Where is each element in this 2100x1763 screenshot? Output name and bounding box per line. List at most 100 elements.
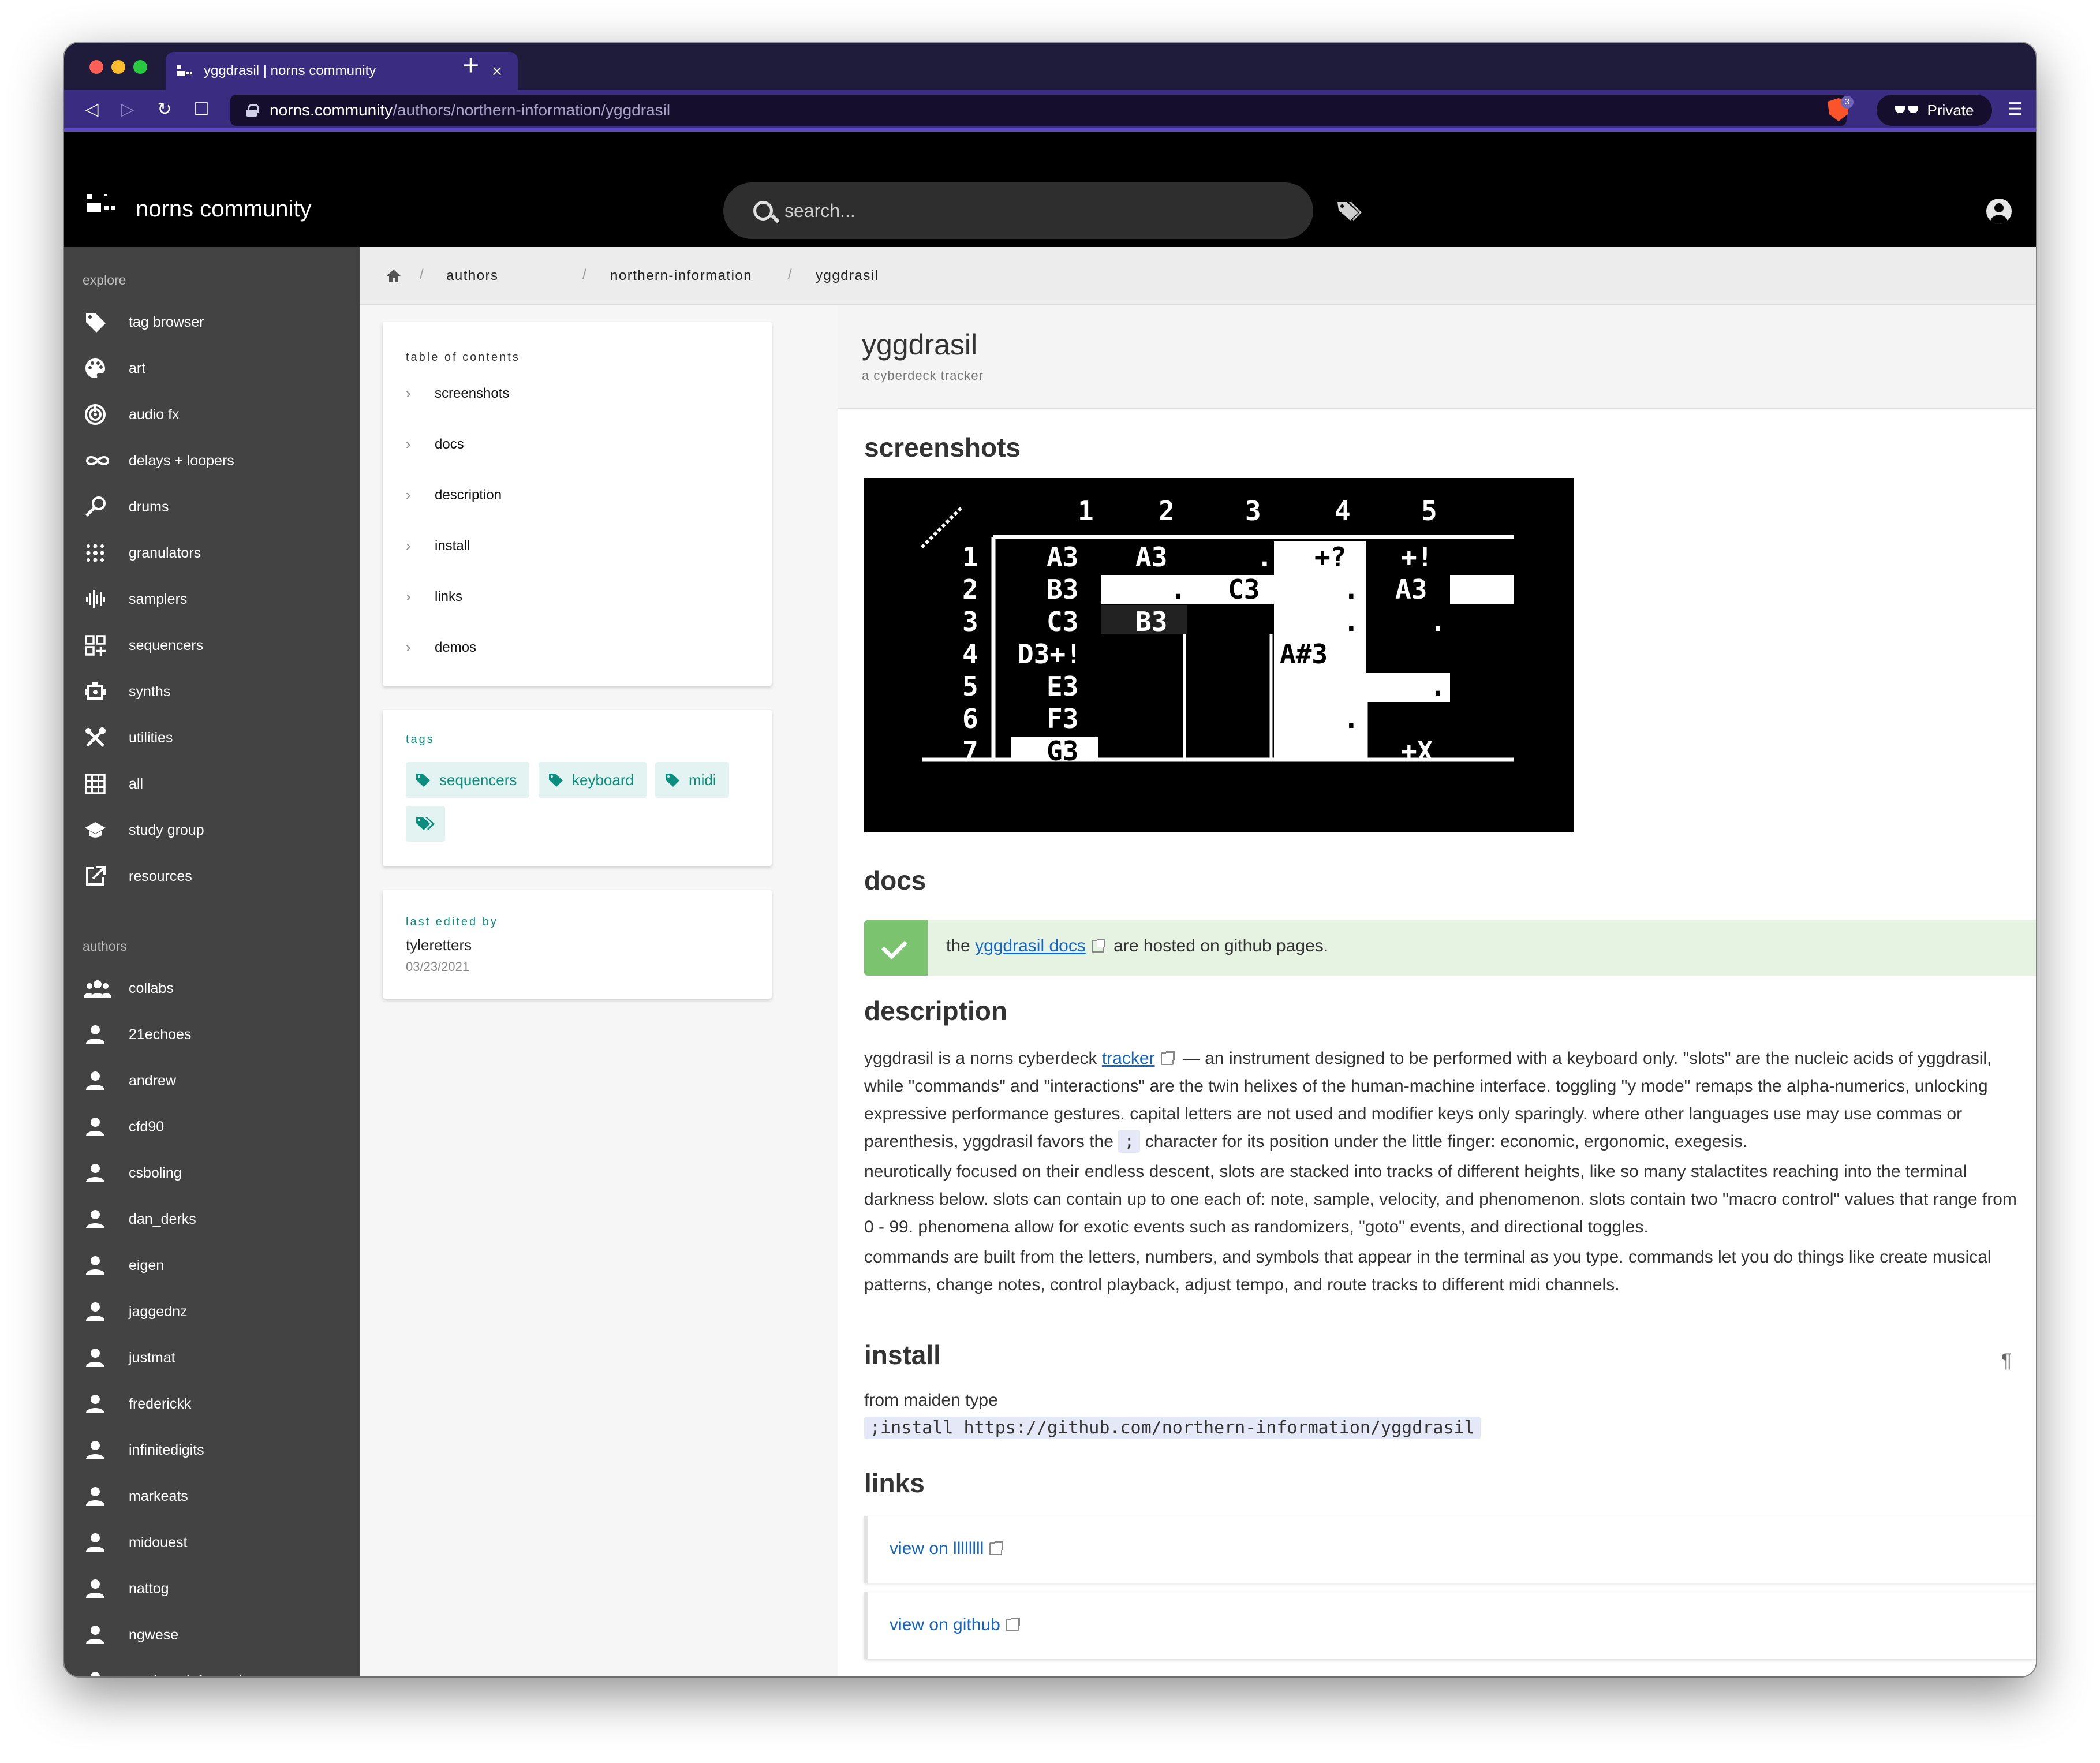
home-icon[interactable] <box>386 269 401 283</box>
sidebar-item-author[interactable]: 21echoes <box>64 1011 360 1058</box>
minimize-window-button[interactable] <box>111 60 125 74</box>
last-edited-name[interactable]: tyleretters <box>406 936 472 954</box>
chevron-right-icon: › <box>406 384 411 402</box>
close-tab-icon[interactable]: × <box>488 62 506 80</box>
main-area: / authors / northern-information / yggdr… <box>360 247 2036 1676</box>
new-tab-button[interactable]: + <box>462 51 479 80</box>
install-text: from maiden type <box>864 1391 998 1410</box>
breadcrumb-author[interactable]: northern-information <box>610 268 752 284</box>
tags-icon[interactable] <box>1336 200 1363 223</box>
palette-icon <box>85 358 105 378</box>
tracker-cell: . <box>1343 574 1359 605</box>
back-icon[interactable]: ◁ <box>80 98 103 121</box>
tag-chip-keyboard[interactable]: keyboard <box>539 762 647 798</box>
sidebar-item-author[interactable]: csboling <box>64 1150 360 1196</box>
sidebar-item-author[interactable]: dan_derks <box>64 1196 360 1242</box>
section-heading-install: install <box>864 1340 941 1370</box>
bookmark-icon[interactable]: ☐ <box>190 98 213 121</box>
close-window-button[interactable] <box>89 60 103 74</box>
url-path: /authors/northern-information/yggdrasil <box>393 101 671 119</box>
sidebar-item-art[interactable]: art <box>64 345 360 391</box>
tracker-screenshot[interactable]: 1 2 3 4 5 1 2 3 4 5 6 7 A3 B3 C3 D3+! E3 F3 G3 A3. B3. C3 +?..… <box>864 478 1574 832</box>
tag-chip-midi[interactable]: midi <box>655 762 729 798</box>
docs-link[interactable]: yggdrasil docs <box>975 936 1086 955</box>
chevron-right-icon: › <box>406 537 411 554</box>
sidebar-item-author[interactable]: andrew <box>64 1058 360 1104</box>
install-command[interactable]: ;install https://github.com/northern-inf… <box>864 1417 1481 1439</box>
sidebar-item-synths[interactable]: synths <box>64 668 360 715</box>
lock-icon <box>246 104 259 117</box>
sidebar: explore tag browser art audio fx delays … <box>64 247 360 1676</box>
tracker-cell: D3+! <box>1018 638 1082 670</box>
sidebar-item-tag-browser[interactable]: tag browser <box>64 299 360 345</box>
sidebar-item-author[interactable]: jaggednz <box>64 1288 360 1335</box>
breadcrumb: / authors / northern-information / yggdr… <box>360 247 2036 305</box>
sidebar-item-author[interactable]: nattog <box>64 1566 360 1612</box>
toc-item-links[interactable]: › links <box>406 588 462 606</box>
sidebar-item-utilities[interactable]: utilities <box>64 715 360 761</box>
reload-icon[interactable]: ↻ <box>153 98 176 121</box>
toc-item-screenshots[interactable]: › screenshots <box>406 384 509 402</box>
sidebar-item-resources[interactable]: resources <box>64 853 360 899</box>
toc-item-description[interactable]: › description <box>406 486 502 504</box>
tracker-cell: C3 <box>1047 606 1079 637</box>
sidebar-item-samplers[interactable]: samplers <box>64 576 360 622</box>
sidebar-item-granulators[interactable]: granulators <box>64 530 360 576</box>
anchor-pilcrow-icon[interactable]: ¶ <box>2001 1350 2012 1372</box>
tracker-cell: A3 <box>1395 574 1428 605</box>
sidebar-item-drums[interactable]: drums <box>64 484 360 530</box>
account-icon[interactable] <box>1986 199 2012 224</box>
section-heading-screenshots: screenshots <box>864 432 1021 462</box>
sidebar-item-author[interactable]: markeats <box>64 1473 360 1519</box>
all-tags-chip[interactable] <box>406 806 445 842</box>
tracker-link[interactable]: tracker <box>1102 1049 1155 1068</box>
sidebar-item-label: tag browser <box>129 313 204 330</box>
sidebar-item-label: northern information <box>129 1673 258 1677</box>
project-header: yggdrasil a cyberdeck tracker <box>838 305 2036 409</box>
sidebar-item-all[interactable]: all <box>64 761 360 807</box>
address-bar[interactable]: norns.community/authors/northern-informa… <box>230 95 1847 126</box>
description-text: yggdrasil is a norns cyberdeck <box>864 1049 1097 1068</box>
maximize-window-button[interactable] <box>133 60 147 74</box>
sidebar-item-author[interactable]: ngwese <box>64 1612 360 1658</box>
search-input[interactable]: search... <box>723 182 1313 239</box>
toc-item-docs[interactable]: › docs <box>406 435 464 453</box>
person-icon <box>86 1210 104 1228</box>
waveform-icon <box>86 590 105 608</box>
sidebar-item-audio-fx[interactable]: audio fx <box>64 391 360 438</box>
install-code-line: ;install https://github.com/northern-inf… <box>864 1414 2024 1442</box>
sidebar-item-author[interactable]: northern information <box>64 1658 360 1676</box>
norns-logo-icon[interactable] <box>87 194 119 215</box>
private-window-indicator[interactable]: Private <box>1877 95 1992 126</box>
sidebar-item-author[interactable]: collabs <box>64 965 360 1011</box>
tags-title: tags <box>406 733 435 746</box>
sidebar-item-author[interactable]: justmat <box>64 1335 360 1381</box>
toc-item-install[interactable]: › install <box>406 537 470 555</box>
sidebar-item-label: nattog <box>129 1580 169 1597</box>
link-card-label: view on github <box>890 1615 1023 1635</box>
forward-icon[interactable]: ▷ <box>116 98 139 121</box>
link-card-github[interactable]: view on github <box>864 1592 2036 1659</box>
link-card-llllllll[interactable]: view on llllllll <box>864 1516 2036 1583</box>
sidebar-item-author[interactable]: frederickk <box>64 1381 360 1427</box>
tag-chip-sequencers[interactable]: sequencers <box>406 762 530 798</box>
sidebar-item-delays-loopers[interactable]: delays + loopers <box>64 438 360 484</box>
sidebar-item-author[interactable]: eigen <box>64 1242 360 1288</box>
sidebar-item-author[interactable]: cfd90 <box>64 1104 360 1150</box>
sidebar-item-author[interactable]: midouest <box>64 1519 360 1566</box>
sidebar-item-sequencers[interactable]: sequencers <box>64 622 360 668</box>
site-brand[interactable]: norns community <box>136 196 312 222</box>
description-paragraph-3: commands are built from the letters, num… <box>864 1247 1991 1294</box>
sidebar-item-label: sequencers <box>129 637 204 653</box>
sidebar-item-author[interactable]: infinitedigits <box>64 1427 360 1473</box>
browser-menu-icon[interactable]: ☰ <box>2006 98 2024 121</box>
tracker-cell: E3 <box>1047 671 1079 702</box>
tracker-cell: . <box>1430 671 1446 702</box>
sidebar-item-label: audio fx <box>129 406 180 423</box>
toc-item-demos[interactable]: › demos <box>406 638 476 656</box>
browser-toolbar: ◁ ▷ ↻ ☐ norns.community/authors/northern… <box>64 90 2036 132</box>
person-icon <box>86 1626 104 1644</box>
breadcrumb-authors[interactable]: authors <box>446 268 499 284</box>
project-subtitle: a cyberdeck tracker <box>862 368 984 383</box>
sidebar-item-study-group[interactable]: study group <box>64 807 360 853</box>
